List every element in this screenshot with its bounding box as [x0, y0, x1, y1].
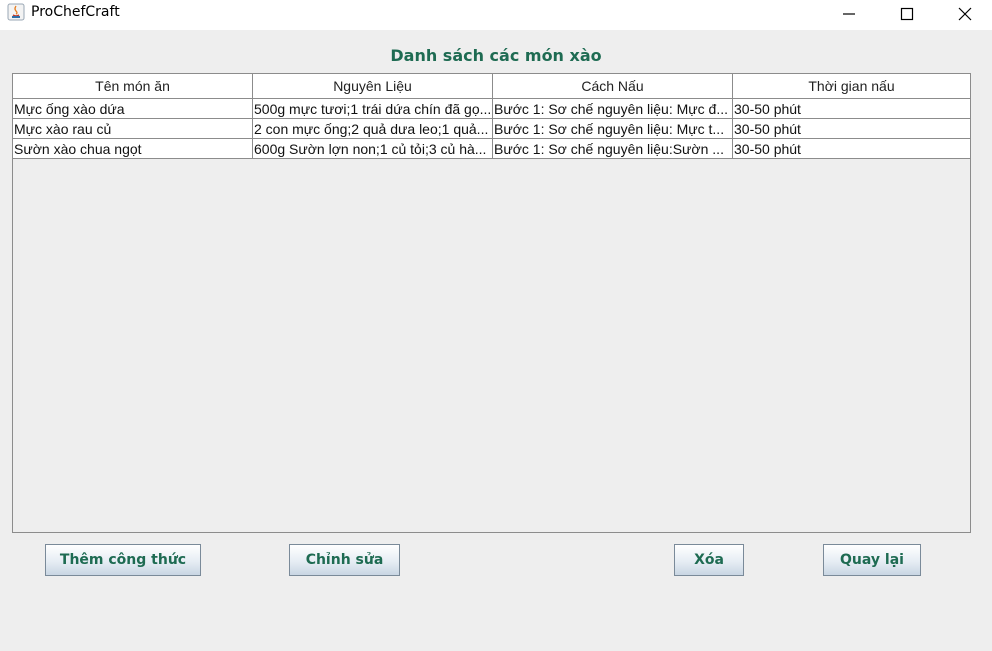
- page-title: Danh sách các món xào: [390, 46, 602, 65]
- title-bar: ProChefCraft: [0, 0, 992, 30]
- minimize-button[interactable]: [820, 0, 878, 28]
- cell-name: Mực ống xào dứa: [13, 99, 253, 119]
- recipe-table[interactable]: Tên món ăn Nguyên Liệu Cách Nấu Thời gia…: [12, 73, 971, 533]
- cell-method: Bước 1: Sơ chế nguyên liệu: Mực t...: [493, 119, 733, 139]
- java-icon: [7, 3, 25, 21]
- column-header-ingredients[interactable]: Nguyên Liệu: [253, 74, 493, 98]
- cell-method: Bước 1: Sơ chế nguyên liệu:Sườn ...: [493, 139, 733, 159]
- maximize-button[interactable]: [878, 0, 936, 28]
- cell-cook-time: 30-50 phút: [733, 139, 971, 159]
- add-recipe-button[interactable]: Thêm công thức: [45, 544, 201, 576]
- delete-button[interactable]: Xóa: [674, 544, 744, 576]
- edit-button[interactable]: Chỉnh sửa: [289, 544, 400, 576]
- cell-method: Bước 1: Sơ chế nguyên liệu: Mực đ...: [493, 99, 733, 119]
- window-title: ProChefCraft: [31, 4, 120, 20]
- cell-name: Mực xào rau củ: [13, 119, 253, 139]
- cell-ingredients: 600g Sườn lợn non;1 củ tỏi;3 củ hà...: [253, 139, 493, 159]
- cell-cook-time: 30-50 phút: [733, 99, 971, 119]
- close-icon: [958, 7, 972, 21]
- table-row[interactable]: Mực ống xào dứa 500g mực tươi;1 trái dứa…: [13, 99, 971, 119]
- cell-name: Sườn xào chua ngọt: [13, 139, 253, 159]
- cell-ingredients: 500g mực tươi;1 trái dứa chín đã gọ...: [253, 99, 493, 119]
- close-button[interactable]: [936, 0, 992, 28]
- minimize-icon: [843, 13, 855, 15]
- column-header-cook-time[interactable]: Thời gian nấu: [733, 74, 971, 98]
- table-row[interactable]: Mực xào rau củ 2 con mực ống;2 quả dưa l…: [13, 119, 971, 139]
- table-header: Tên món ăn Nguyên Liệu Cách Nấu Thời gia…: [13, 74, 971, 99]
- back-button[interactable]: Quay lại: [823, 544, 921, 576]
- cell-ingredients: 2 con mực ống;2 quả dưa leo;1 quả...: [253, 119, 493, 139]
- cell-cook-time: 30-50 phút: [733, 119, 971, 139]
- column-header-method[interactable]: Cách Nấu: [493, 74, 733, 98]
- maximize-icon: [900, 7, 914, 21]
- column-header-name[interactable]: Tên món ăn: [13, 74, 253, 98]
- table-row[interactable]: Sườn xào chua ngọt 600g Sườn lợn non;1 c…: [13, 139, 971, 159]
